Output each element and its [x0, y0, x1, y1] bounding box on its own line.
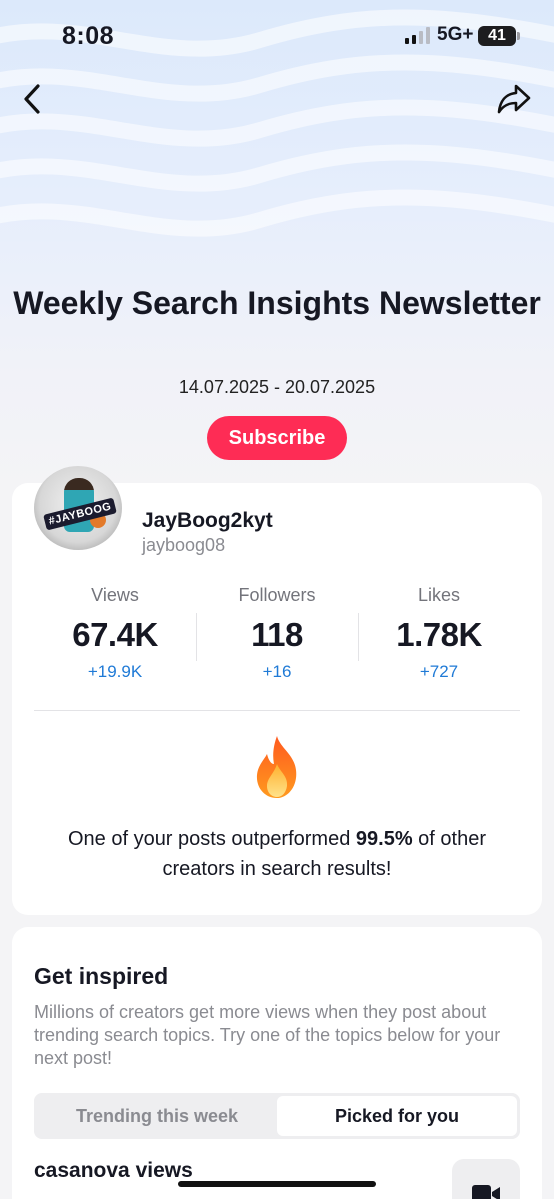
battery-level: 41 [488, 27, 506, 44]
stat-delta: +727 [419, 662, 459, 681]
display-name: JayBoog2kyt [142, 509, 273, 532]
tab-trending-this-week[interactable]: Trending this week [37, 1096, 277, 1136]
username: jayboog08 [142, 535, 226, 555]
stat-value: 67.4K [72, 616, 158, 653]
topic-tabs: Trending this week Picked for you [34, 1093, 520, 1139]
status-bar: 8:08 5G+ 41 [0, 0, 554, 70]
page-title: Weekly Search Insights Newsletter [13, 285, 541, 321]
stat-value: 1.78K [396, 616, 482, 653]
topic-item[interactable]: casanova views [34, 1159, 193, 1183]
home-indicator [178, 1181, 376, 1187]
clock: 8:08 [62, 22, 115, 50]
stat-likes: Likes 1.78K +727 [358, 583, 520, 693]
outperform-percent: 99.5% [355, 828, 413, 850]
divider [34, 710, 520, 711]
network-type: 5G+ [437, 24, 474, 45]
battery-icon: 41 [478, 26, 516, 46]
stat-views: Views 67.4K +19.9K [34, 583, 196, 693]
share-button[interactable] [496, 80, 532, 116]
stat-label: Followers [238, 585, 316, 605]
chevron-left-icon [24, 84, 40, 114]
stat-delta: +16 [262, 662, 292, 681]
get-inspired-card: Get inspired Millions of creators get mo… [12, 927, 542, 1199]
fire-icon [256, 736, 297, 798]
section-description: Millions of creators get more views when… [34, 1002, 501, 1068]
video-camera-icon [472, 1185, 500, 1199]
share-arrow-icon [497, 84, 531, 114]
date-range: 14.07.2025 - 20.07.2025 [178, 377, 376, 397]
section-title: Get inspired [34, 963, 169, 989]
create-video-button[interactable] [452, 1159, 520, 1199]
back-button[interactable] [18, 82, 48, 116]
stat-label: Likes [417, 585, 461, 605]
stats-row: Views 67.4K +19.9K Followers 118 +16 Lik… [34, 583, 520, 693]
outperform-prefix: One of your posts outperformed [67, 828, 356, 850]
avatar[interactable]: #JAYBOOG [34, 466, 122, 550]
subscribe-button[interactable]: Subscribe [207, 416, 347, 460]
signal-icon [405, 27, 430, 44]
stat-followers: Followers 118 +16 [196, 583, 358, 693]
tab-picked-for-you[interactable]: Picked for you [277, 1096, 517, 1136]
outperform-message: One of your posts outperformed 99.5% of … [42, 824, 512, 884]
stat-delta: +19.9K [87, 662, 143, 681]
battery-tip [517, 32, 520, 40]
stat-label: Views [91, 585, 139, 605]
profile-card: #JAYBOOG JayBoog2kyt jayboog08 Views 67.… [12, 466, 542, 915]
stat-value: 118 [251, 616, 303, 653]
